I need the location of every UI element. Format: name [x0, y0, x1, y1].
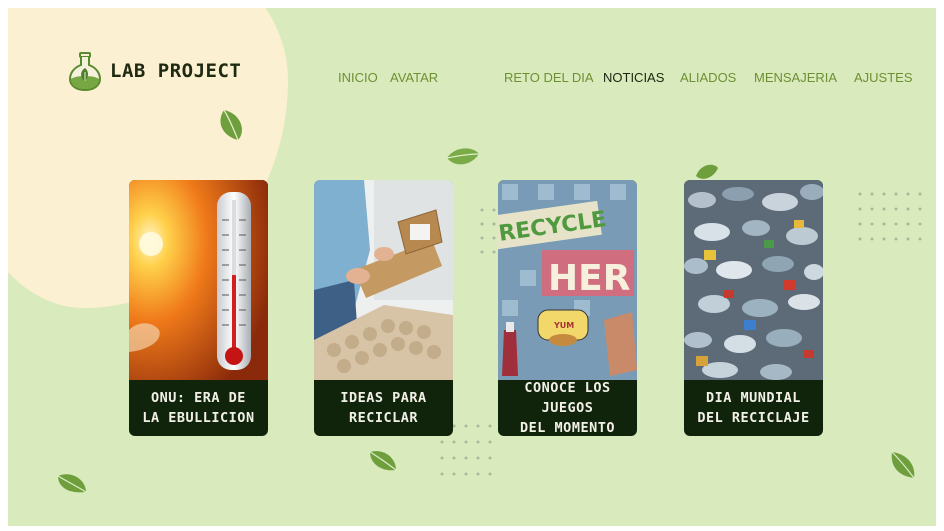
plastic-bottles-image: [684, 180, 823, 380]
news-card-title: DIA MUNDIAL DEL RECICLAJE: [697, 390, 810, 426]
page-canvas: LAB PROJECT INICIO AVATAR RETO DEL DIA N…: [8, 8, 936, 526]
nav-item-avatar[interactable]: AVATAR: [390, 70, 438, 85]
thermometer-sun-image: [129, 180, 268, 380]
leaf-icon: [57, 474, 87, 493]
main-nav: INICIO AVATAR RETO DEL DIA NOTICIAS ALIA…: [8, 70, 936, 88]
recycle-here-collage-image: RECYCLE HER YUM: [498, 180, 637, 380]
leaf-icon: [891, 451, 915, 479]
news-card-ideas-reciclar[interactable]: IDEAS PARA RECICLAR: [314, 180, 453, 436]
news-card-onu[interactable]: ONU: ERA DE LA EBULLICION: [129, 180, 268, 436]
leaf-icon: [220, 109, 242, 141]
news-card-title: ONU: ERA DE LA EBULLICION: [142, 390, 255, 426]
cardboard-recycling-image: [314, 180, 453, 380]
news-card-title: IDEAS PARA RECICLAR: [340, 390, 427, 426]
image-text-her: HER: [548, 258, 630, 299]
nav-item-noticias[interactable]: NOTICIAS: [603, 70, 664, 85]
nav-item-ajustes[interactable]: AJUSTES: [854, 70, 913, 85]
dot-pattern: [858, 192, 922, 241]
nav-item-inicio[interactable]: INICIO: [338, 70, 378, 85]
nav-item-mensajeria[interactable]: MENSAJERIA: [754, 70, 837, 85]
news-card-dia-mundial[interactable]: DIA MUNDIAL DEL RECICLAJE: [684, 180, 823, 436]
leaf-icon: [446, 148, 480, 165]
dot-pattern: [480, 208, 496, 254]
news-card-juegos[interactable]: RECYCLE HER YUM CONOCE LOS JUEGOS DEL MO…: [498, 180, 637, 436]
nav-item-reto-del-dia[interactable]: RETO DEL DIA: [504, 70, 594, 85]
nav-item-aliados[interactable]: ALIADOS: [680, 70, 736, 85]
leaf-icon: [696, 164, 718, 179]
image-text-yum: YUM: [553, 321, 574, 330]
news-card-title: CONOCE LOS JUEGOS DEL MOMENTO: [520, 380, 615, 436]
leaf-icon: [369, 451, 397, 471]
